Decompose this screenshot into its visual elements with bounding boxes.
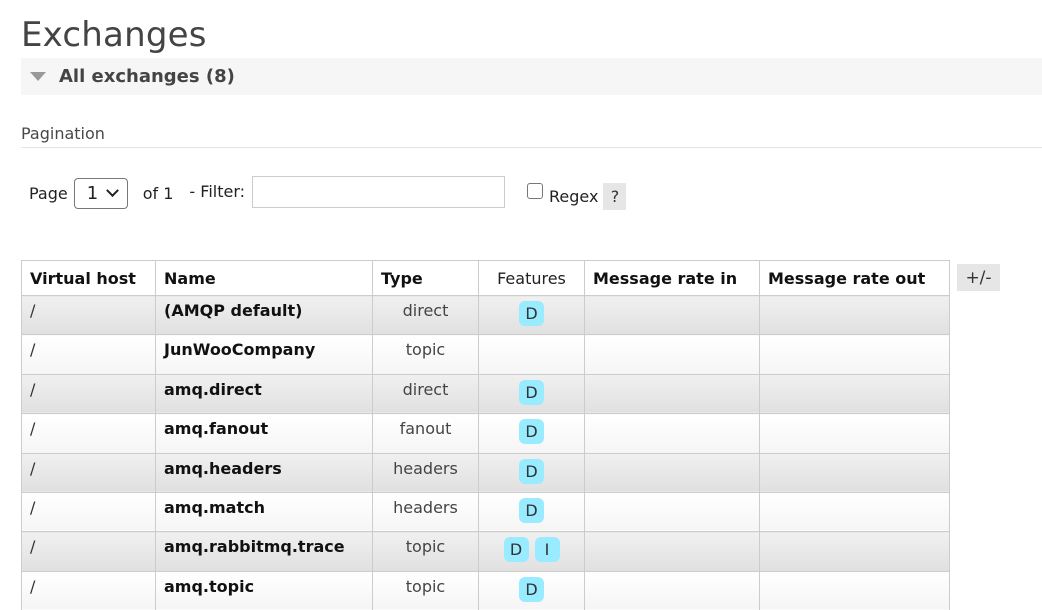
cell-type: topic <box>372 334 479 375</box>
cell-virtual-host: / <box>21 413 156 454</box>
cell-message-rate-in <box>584 334 760 375</box>
exchanges-table: Virtual host Name Type Features Message … <box>21 260 950 610</box>
cell-type: direct <box>372 373 479 415</box>
exchange-name-link[interactable]: (AMQP default) <box>164 301 302 320</box>
section-title: All exchanges (8) <box>59 66 235 87</box>
column-header-message-rate-in[interactable]: Message rate in <box>584 260 760 296</box>
toggle-columns-button[interactable]: +/- <box>957 264 1000 291</box>
column-header-virtual-host[interactable]: Virtual host <box>21 260 156 296</box>
cell-features: D <box>478 413 585 454</box>
exchange-name-link[interactable]: JunWooCompany <box>164 340 315 359</box>
durable-badge: D <box>519 497 544 523</box>
cell-features: D <box>478 294 585 336</box>
cell-message-rate-in <box>584 531 760 572</box>
column-header-type[interactable]: Type <box>372 260 479 296</box>
page-label: Page <box>29 183 68 203</box>
table-row: / amq.rabbitmq.trace topic D I <box>21 531 950 572</box>
table-row: / amq.topic topic D <box>21 570 950 610</box>
cell-message-rate-out <box>759 373 950 415</box>
page-select[interactable]: 1 <box>73 177 128 209</box>
cell-type: direct <box>372 294 479 336</box>
cell-type: headers <box>372 452 479 493</box>
cell-name: amq.headers <box>155 452 373 493</box>
cell-virtual-host: / <box>21 531 156 572</box>
cell-type: headers <box>372 491 479 533</box>
pagination-heading: Pagination <box>21 124 105 143</box>
page-title: Exchanges <box>21 15 207 55</box>
cell-message-rate-out <box>759 570 950 610</box>
collapse-triangle-icon <box>30 72 46 81</box>
cell-features: D <box>478 491 585 533</box>
exchange-name-link[interactable]: amq.headers <box>164 459 282 478</box>
cell-virtual-host: / <box>21 491 156 533</box>
cell-name: amq.fanout <box>155 413 373 454</box>
table-row: / amq.headers headers D <box>21 452 950 493</box>
durable-badge: D <box>519 379 544 405</box>
cell-type: topic <box>372 531 479 572</box>
table-row: / amq.match headers D <box>21 491 950 533</box>
cell-features: D <box>478 452 585 493</box>
page-count-label: of 1 <box>142 183 174 203</box>
cell-message-rate-out <box>759 452 950 493</box>
durable-badge: D <box>503 537 529 563</box>
pagination-divider <box>21 147 1042 148</box>
cell-message-rate-out <box>759 413 950 454</box>
table-row: / JunWooCompany topic <box>21 334 950 375</box>
cell-name: amq.topic <box>155 570 373 610</box>
regex-help-button[interactable]: ? <box>603 182 627 210</box>
durable-badge: D <box>519 419 544 445</box>
cell-virtual-host: / <box>21 373 156 415</box>
regex-label: Regex <box>549 186 599 206</box>
cell-message-rate-in <box>584 452 760 493</box>
cell-features <box>478 334 585 375</box>
exchange-name-link[interactable]: amq.fanout <box>164 419 268 438</box>
cell-virtual-host: / <box>21 452 156 493</box>
cell-name: (AMQP default) <box>155 294 373 336</box>
cell-features: DI <box>478 531 585 572</box>
cell-name: amq.rabbitmq.trace <box>155 531 373 572</box>
table-row: / amq.fanout fanout D <box>21 413 950 454</box>
cell-message-rate-out <box>759 334 950 375</box>
exchange-name-link[interactable]: amq.rabbitmq.trace <box>164 537 345 556</box>
cell-message-rate-out <box>759 531 950 572</box>
cell-message-rate-in <box>584 294 760 336</box>
exchange-name-link[interactable]: amq.match <box>164 498 265 517</box>
cell-message-rate-in <box>584 413 760 454</box>
cell-type: fanout <box>372 413 479 454</box>
filter-input[interactable] <box>252 176 506 208</box>
table-header-row: Virtual host Name Type Features Message … <box>21 260 950 296</box>
cell-virtual-host: / <box>21 570 156 610</box>
durable-badge: D <box>519 576 544 602</box>
cell-type: topic <box>372 570 479 610</box>
exchange-name-link[interactable]: amq.direct <box>164 380 262 399</box>
page-select-value: 1 <box>86 182 99 204</box>
internal-badge: I <box>534 537 560 563</box>
all-exchanges-section-toggle[interactable]: All exchanges (8) <box>21 58 1042 95</box>
cell-features: D <box>478 373 585 415</box>
column-header-name[interactable]: Name <box>155 260 373 296</box>
exchange-name-link[interactable]: amq.topic <box>164 577 254 596</box>
cell-message-rate-out <box>759 491 950 533</box>
chevron-down-icon <box>106 183 120 197</box>
cell-virtual-host: / <box>21 294 156 336</box>
filter-label: - Filter: <box>189 181 246 201</box>
column-header-message-rate-out[interactable]: Message rate out <box>759 260 950 296</box>
cell-features: D <box>478 570 585 610</box>
durable-badge: D <box>519 301 544 326</box>
cell-message-rate-in <box>584 570 760 610</box>
table-row: / (AMQP default) direct D <box>21 294 950 336</box>
column-header-features: Features <box>478 260 585 296</box>
regex-checkbox[interactable] <box>527 183 544 199</box>
table-row: / amq.direct direct D <box>21 373 950 415</box>
durable-badge: D <box>519 458 544 484</box>
cell-virtual-host: / <box>21 334 156 375</box>
cell-name: amq.match <box>155 491 373 533</box>
cell-message-rate-in <box>584 373 760 415</box>
cell-message-rate-in <box>584 491 760 533</box>
pagination-controls: Page 1 of 1 - Filter: Regex ? <box>29 176 627 210</box>
cell-name: amq.direct <box>155 373 373 415</box>
cell-name: JunWooCompany <box>155 334 373 375</box>
cell-message-rate-out <box>759 294 950 336</box>
